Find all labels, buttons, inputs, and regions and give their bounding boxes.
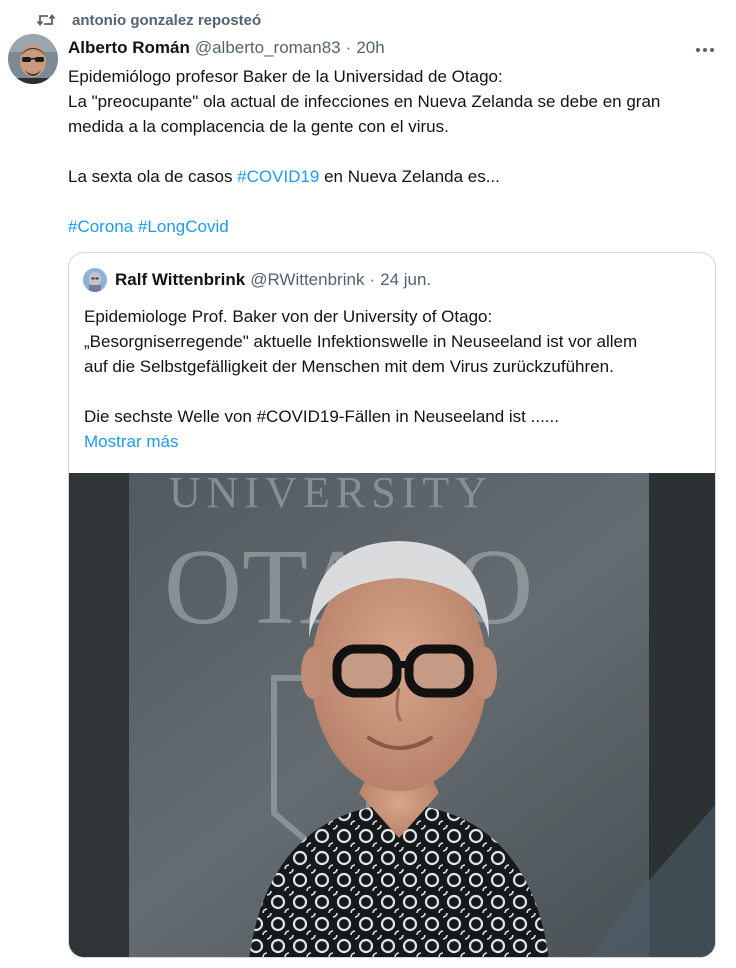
tweet-header: Alberto Román @alberto_roman83 · 20h [68,36,385,60]
tweet-text: Epidemiólogo profesor Baker de la Univer… [68,64,720,239]
author-avatar[interactable] [8,34,58,84]
quote-line: Epidemiologe Prof. Baker von der Univers… [84,307,493,326]
hashtag-corona[interactable]: #Corona [68,217,133,236]
quote-media-photo[interactable]: UNIVERSITY OTAGO [69,473,715,957]
repost-indicator[interactable]: antonio gonzalez reposteó [36,8,261,32]
quote-header: Ralf Wittenbrink @RWittenbrink · 24 jun. [83,268,431,292]
tweet-hashtags: #Corona #LongCovid [68,214,720,239]
show-more-link[interactable]: Mostrar más [84,429,704,454]
hashtag-covid19[interactable]: #COVID19 [237,167,319,186]
more-options-button[interactable] [692,36,718,62]
repost-label: antonio gonzalez reposteó [72,11,262,29]
sign-text-university: UNIVERSITY [169,473,493,517]
hashtag-longcovid[interactable]: #LongCovid [138,217,229,236]
tweet-line: La "preocupante" ola actual de infeccion… [68,92,661,111]
repost-icon [36,10,56,30]
author-handle[interactable]: @alberto_roman83 [195,38,341,58]
tweet-line: medida a la complacencia de la gente con… [68,117,449,136]
quote-line: Die sechste Welle von #COVID19-Fällen in… [84,407,559,426]
quote-author-avatar[interactable] [83,268,107,292]
tweet-text-fragment: La sexta ola de casos [68,167,238,186]
quote-text: Epidemiologe Prof. Baker von der Univers… [84,304,704,454]
quote-author-name[interactable]: Ralf Wittenbrink [115,270,245,290]
tweet-line: La sexta ola de casos #COVID19 en Nueva … [68,164,720,189]
separator-dot: · [369,270,376,289]
quote-author-handle[interactable]: @RWittenbrink [250,270,364,290]
quote-line: auf die Selbstgefälligkeit der Menschen … [84,357,614,376]
quote-line: „Besorgniserregende" aktuelle Infektions… [84,332,638,351]
separator-dot: · [345,38,352,57]
quoted-tweet-card[interactable]: Ralf Wittenbrink @RWittenbrink · 24 jun.… [68,252,716,958]
more-icon [695,40,715,58]
tweet-timestamp[interactable]: 20h [356,38,384,58]
author-name[interactable]: Alberto Román [68,38,190,58]
tweet-text-fragment: en Nueva Zelanda es... [319,167,500,186]
quote-timestamp[interactable]: 24 jun. [380,270,431,290]
tweet-line: Epidemiólogo profesor Baker de la Univer… [68,67,503,86]
